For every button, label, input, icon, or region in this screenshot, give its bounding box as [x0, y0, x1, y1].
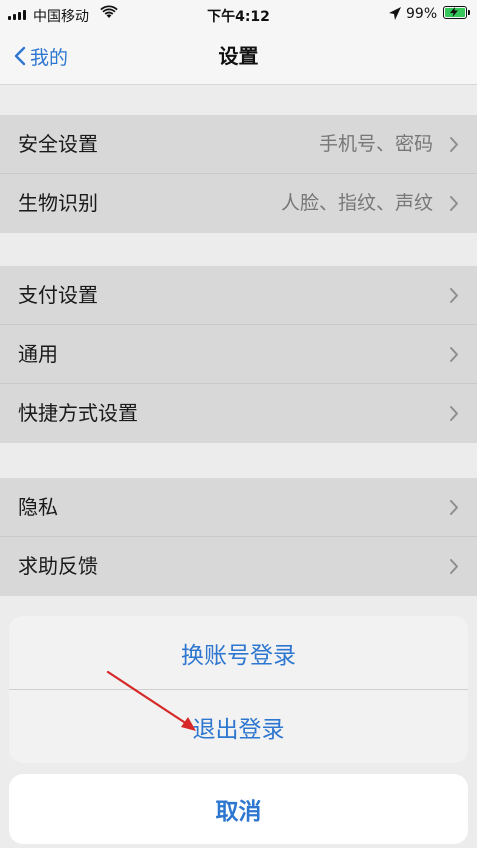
row-label: 支付设置: [18, 283, 98, 307]
row-general[interactable]: 通用: [0, 325, 477, 384]
chevron-right-icon: [450, 196, 458, 211]
row-security-settings[interactable]: 安全设置 手机号、密码: [0, 115, 477, 174]
row-label: 快捷方式设置: [18, 401, 138, 425]
row-payment-settings[interactable]: 支付设置: [0, 266, 477, 325]
cancel-button[interactable]: 取消: [9, 774, 468, 844]
status-bar: 中国移动 下午4:12 99%: [0, 0, 477, 30]
chevron-right-icon: [450, 559, 458, 574]
row-value: 人脸、指纹、声纹: [280, 192, 433, 214]
battery-percent: 99%: [406, 6, 438, 22]
battery-tip: [468, 10, 470, 15]
chevron-right-icon: [450, 288, 458, 303]
row-label: 生物识别: [18, 191, 98, 215]
navigation-bar: 我的 设置: [0, 30, 477, 85]
row-value: 手机号、密码: [318, 133, 433, 155]
chevron-right-icon: [450, 347, 458, 362]
action-sheet: 换账号登录 退出登录: [9, 616, 468, 763]
page-title: 设置: [218, 44, 259, 68]
row-label: 求助反馈: [18, 554, 98, 578]
row-shortcut-settings[interactable]: 快捷方式设置: [0, 384, 477, 443]
row-help-feedback[interactable]: 求助反馈: [0, 537, 477, 596]
logout-button[interactable]: 退出登录: [9, 689, 468, 763]
charging-bolt-icon: [450, 7, 458, 17]
row-label: 通用: [18, 342, 58, 366]
settings-group-general: 支付设置 通用 快捷方式设置: [0, 266, 477, 443]
settings-group-account: 安全设置 手机号、密码 生物识别 人脸、指纹、声纹: [0, 115, 477, 233]
row-label: 安全设置: [18, 132, 98, 156]
chevron-right-icon: [450, 137, 458, 152]
chevron-right-icon: [450, 406, 458, 421]
chevron-right-icon: [450, 500, 458, 515]
row-label: 隐私: [18, 495, 58, 519]
row-privacy[interactable]: 隐私: [0, 478, 477, 537]
settings-group-privacy: 隐私 求助反馈: [0, 478, 477, 596]
row-biometrics[interactable]: 生物识别 人脸、指纹、声纹: [0, 174, 477, 233]
switch-account-button[interactable]: 换账号登录: [9, 616, 468, 689]
settings-screen: 中国移动 下午4:12 99% 我的 设置 安全设置 手机号、密码 生物识别 人…: [0, 0, 477, 848]
location-icon: [389, 7, 401, 20]
